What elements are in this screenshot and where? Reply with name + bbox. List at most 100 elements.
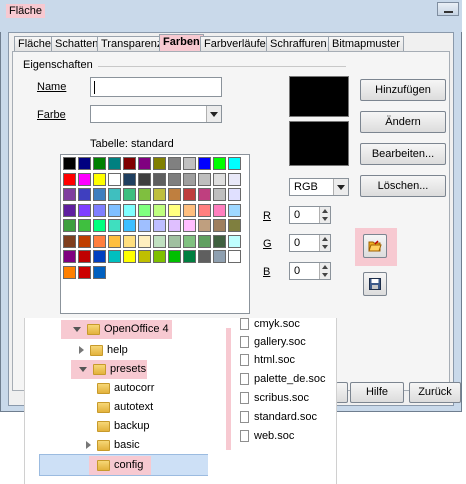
collapse-arrow-icon[interactable] [86, 441, 91, 450]
spin-arrows-icon[interactable] [319, 235, 330, 251]
color-swatch[interactable] [78, 188, 91, 201]
change-button[interactable]: Ändern [360, 111, 446, 133]
file-item[interactable]: standard.soc [240, 408, 317, 427]
color-swatch[interactable] [183, 234, 196, 248]
tree-item-basic[interactable]: basic [86, 436, 140, 455]
chevron-down-icon[interactable] [333, 179, 348, 195]
color-swatch[interactable] [198, 157, 211, 170]
add-button[interactable]: Hinzufügen [360, 79, 446, 101]
save-color-list-button[interactable] [363, 272, 387, 296]
color-swatch[interactable] [93, 234, 106, 248]
color-swatch[interactable] [63, 203, 76, 217]
color-swatch[interactable] [123, 172, 136, 186]
edit-button[interactable]: Bearbeiten... [360, 143, 446, 165]
color-swatch[interactable] [108, 157, 121, 170]
color-swatch[interactable] [78, 265, 91, 279]
color-swatch[interactable] [228, 219, 241, 232]
color-swatch[interactable] [213, 203, 226, 217]
tab-farbverlaeufe[interactable]: Farbverläufe [200, 36, 270, 51]
color-swatch[interactable] [213, 234, 226, 248]
tree-item-backup[interactable]: backup [97, 417, 149, 436]
color-swatch[interactable] [183, 250, 196, 263]
color-swatch[interactable] [78, 250, 91, 263]
color-swatch[interactable] [93, 203, 106, 217]
file-item[interactable]: cmyk.soc [240, 315, 300, 334]
color-swatch[interactable] [93, 172, 106, 186]
color-swatch[interactable] [108, 219, 121, 232]
b-stepper[interactable]: 0 [289, 262, 331, 280]
color-swatch[interactable] [138, 157, 151, 170]
tree-item-autotext[interactable]: autotext [97, 398, 153, 417]
color-swatch[interactable] [123, 157, 136, 170]
color-swatch[interactable] [168, 219, 181, 232]
spin-arrows-icon[interactable] [319, 207, 330, 223]
color-swatch[interactable] [228, 234, 241, 248]
file-item[interactable]: html.soc [240, 351, 295, 370]
color-swatch[interactable] [138, 219, 151, 232]
color-swatch[interactable] [63, 172, 76, 186]
ok-button-partial[interactable] [336, 382, 348, 403]
file-item[interactable]: palette_de.soc [240, 370, 326, 389]
color-swatch[interactable] [213, 188, 226, 201]
color-swatch[interactable] [63, 265, 76, 279]
spin-arrows-icon[interactable] [319, 263, 330, 279]
g-stepper[interactable]: 0 [289, 234, 331, 252]
expand-icon[interactable] [79, 366, 87, 372]
color-swatch[interactable] [183, 219, 196, 232]
color-swatch[interactable] [168, 203, 181, 217]
tree-item-autocorr[interactable]: autocorr [97, 379, 154, 398]
tree-item-presets[interactable]: presets [71, 360, 147, 379]
load-color-list-button[interactable] [363, 234, 387, 258]
color-swatch[interactable] [168, 250, 181, 263]
color-select[interactable] [90, 105, 222, 123]
color-swatch[interactable] [108, 234, 121, 248]
color-swatch[interactable] [78, 172, 91, 186]
color-swatch[interactable] [213, 219, 226, 232]
tab-bitmapmuster[interactable]: Bitmapmuster [328, 36, 404, 51]
color-swatch[interactable] [198, 250, 211, 263]
color-swatch[interactable] [123, 250, 136, 263]
color-swatch[interactable] [213, 157, 226, 170]
color-swatch[interactable] [138, 203, 151, 217]
color-swatch[interactable] [213, 250, 226, 263]
tab-farben[interactable]: Farben [159, 34, 204, 52]
color-swatch[interactable] [168, 172, 181, 186]
color-swatch[interactable] [228, 188, 241, 201]
color-swatch[interactable] [153, 157, 166, 170]
color-swatch[interactable] [93, 219, 106, 232]
color-swatch[interactable] [108, 188, 121, 201]
file-item[interactable]: gallery.soc [240, 333, 306, 352]
file-item[interactable]: scribus.soc [240, 389, 309, 408]
color-swatch[interactable] [78, 203, 91, 217]
color-swatch[interactable] [138, 172, 151, 186]
tree-item-config[interactable]: config [89, 456, 151, 475]
tab-transparenz[interactable]: Transparenz [97, 36, 167, 51]
tab-schatten[interactable]: Schatten [51, 36, 103, 51]
color-swatch[interactable] [123, 219, 136, 232]
color-swatch[interactable] [63, 188, 76, 201]
color-swatch[interactable] [123, 234, 136, 248]
color-swatch[interactable] [213, 172, 226, 186]
color-swatch[interactable] [198, 203, 211, 217]
color-swatch[interactable] [228, 203, 241, 217]
color-swatch[interactable] [183, 157, 196, 170]
color-swatch[interactable] [198, 219, 211, 232]
color-swatch[interactable] [198, 188, 211, 201]
color-swatch[interactable] [78, 234, 91, 248]
collapse-arrow-icon[interactable] [79, 346, 84, 355]
delete-button[interactable]: Löschen... [360, 175, 446, 197]
color-swatch[interactable] [63, 234, 76, 248]
chevron-down-icon[interactable] [206, 106, 221, 122]
color-swatch[interactable] [153, 188, 166, 201]
color-swatch[interactable] [183, 188, 196, 201]
color-swatch[interactable] [198, 172, 211, 186]
color-swatch[interactable] [168, 188, 181, 201]
color-swatch[interactable] [78, 157, 91, 170]
color-swatch[interactable] [153, 234, 166, 248]
help-button[interactable]: Hilfe [350, 382, 404, 403]
color-swatch[interactable] [183, 172, 196, 186]
color-swatch[interactable] [153, 172, 166, 186]
color-swatch[interactable] [138, 250, 151, 263]
color-swatch[interactable] [228, 157, 241, 170]
color-swatch[interactable] [123, 188, 136, 201]
